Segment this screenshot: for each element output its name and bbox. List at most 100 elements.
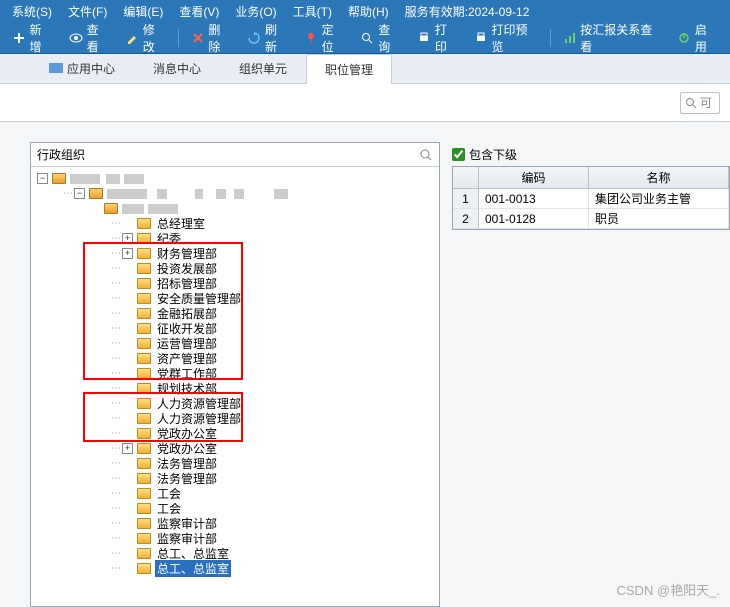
tree-row[interactable]: ⋯总经理室 bbox=[33, 216, 437, 231]
toolbar-pencil-button[interactable]: 修改 bbox=[117, 22, 174, 53]
toolbar-button-label: 打印预览 bbox=[491, 21, 537, 55]
tree-row[interactable]: ⋯人力资源管理部 bbox=[33, 396, 437, 411]
tree-spacer bbox=[89, 203, 100, 214]
grid-header-code[interactable]: 编码 bbox=[479, 167, 589, 188]
folder-icon bbox=[137, 353, 151, 364]
tab-0[interactable]: 应用中心 bbox=[30, 53, 134, 83]
tree-row[interactable]: ⋯监察审计部 bbox=[33, 516, 437, 531]
toolbar-chart-button[interactable]: 按汇报关系查看 bbox=[555, 22, 670, 53]
tree-spacer bbox=[122, 458, 133, 469]
tree-spacer bbox=[122, 413, 133, 424]
menu-item[interactable]: 业务(O) bbox=[227, 3, 284, 20]
expand-icon[interactable]: + bbox=[122, 443, 133, 454]
tree-row[interactable]: ⋯法务管理部 bbox=[33, 456, 437, 471]
x-icon bbox=[191, 31, 204, 45]
menu-item[interactable]: 查看(V) bbox=[171, 3, 227, 20]
expand-icon[interactable]: + bbox=[122, 248, 133, 259]
search-box[interactable]: 可 bbox=[680, 92, 720, 114]
folder-icon bbox=[137, 428, 151, 439]
tab-3[interactable]: 职位管理 bbox=[306, 54, 392, 84]
tree-spacer bbox=[122, 473, 133, 484]
include-sub-row: 包含下级 bbox=[452, 142, 730, 166]
table-row[interactable]: 1001-0013集团公司业务主管 bbox=[453, 189, 729, 209]
tree-row[interactable]: ⋯征收开发部 bbox=[33, 321, 437, 336]
folder-icon bbox=[137, 368, 151, 379]
left-header bbox=[31, 143, 439, 167]
menu-item[interactable]: 文件(F) bbox=[60, 3, 115, 20]
tree-row[interactable]: ⋯总工、总监室 bbox=[33, 561, 437, 576]
tree-row[interactable]: ⋯+财务管理部 bbox=[33, 246, 437, 261]
toolbar-button-label: 启用 bbox=[695, 21, 718, 55]
redacted-text bbox=[148, 204, 178, 214]
tree-spacer bbox=[122, 293, 133, 304]
toolbar-eye-button[interactable]: 查看 bbox=[61, 22, 118, 53]
tree-row[interactable]: ⋯资产管理部 bbox=[33, 351, 437, 366]
include-sub-checkbox[interactable] bbox=[452, 148, 465, 161]
collapse-icon[interactable]: − bbox=[37, 173, 48, 184]
tree-row[interactable]: ⋯+纪委 bbox=[33, 231, 437, 246]
toolbar-x-button[interactable]: 删除 bbox=[183, 22, 240, 53]
menu-item[interactable]: 编辑(E) bbox=[115, 3, 171, 20]
app-icon bbox=[49, 63, 63, 73]
toolbar-pin-button[interactable]: 定位 bbox=[296, 22, 353, 53]
cell-name: 集团公司业务主管 bbox=[589, 189, 729, 208]
tree-spacer bbox=[122, 533, 133, 544]
search-icon[interactable] bbox=[419, 148, 433, 162]
tree-row[interactable]: ⋯规划技术部 bbox=[33, 381, 437, 396]
cell-code: 001-0128 bbox=[479, 209, 589, 228]
grid-header-name[interactable]: 名称 bbox=[589, 167, 729, 188]
tree-row[interactable]: ⋯党政办公室 bbox=[33, 426, 437, 441]
toolbar-printer-button[interactable]: 打印预览 bbox=[466, 22, 546, 53]
toolbar-printer-button[interactable]: 打印 bbox=[409, 22, 466, 53]
tree-row[interactable]: ⋯监察审计部 bbox=[33, 531, 437, 546]
redacted-text bbox=[106, 174, 120, 184]
eye-icon bbox=[69, 31, 83, 45]
tree-row[interactable]: ⋯工会 bbox=[33, 486, 437, 501]
tab-label: 应用中心 bbox=[67, 62, 115, 76]
tree-row[interactable]: ⋯党群工作部 bbox=[33, 366, 437, 381]
left-tree-pane: −⋯−⋯总经理室⋯+纪委⋯+财务管理部⋯投资发展部⋯招标管理部⋯安全质量管理部⋯… bbox=[30, 142, 440, 607]
toolbar-separator bbox=[550, 29, 551, 47]
tab-2[interactable]: 组织单元 bbox=[220, 53, 306, 83]
cell-code: 001-0013 bbox=[479, 189, 589, 208]
tree-filter-input[interactable] bbox=[37, 148, 433, 162]
redacted-text bbox=[107, 189, 147, 199]
grid-header-rownum[interactable] bbox=[453, 167, 479, 188]
tree-row[interactable]: ⋯安全质量管理部 bbox=[33, 291, 437, 306]
toolbar-plus-button[interactable]: 新增 bbox=[4, 22, 61, 53]
tree-row[interactable]: ⋯人力资源管理部 bbox=[33, 411, 437, 426]
toolbar-power-button[interactable]: 启用 bbox=[669, 22, 726, 53]
tree-spacer bbox=[122, 488, 133, 499]
menu-item[interactable]: 系统(S) bbox=[4, 3, 60, 20]
tree-row[interactable]: ⋯工会 bbox=[33, 501, 437, 516]
menu-item[interactable]: 帮助(H) bbox=[340, 3, 397, 20]
tab-1[interactable]: 消息中心 bbox=[134, 53, 220, 83]
menu-item[interactable]: 工具(T) bbox=[285, 3, 340, 20]
toolbar-refresh-button[interactable]: 刷新 bbox=[239, 22, 296, 53]
tree-row[interactable]: − bbox=[33, 171, 437, 186]
tree-spacer bbox=[122, 398, 133, 409]
tree-row[interactable]: ⋯− bbox=[33, 186, 437, 201]
tree-row[interactable]: ⋯法务管理部 bbox=[33, 471, 437, 486]
toolbar-search-button[interactable]: 查询 bbox=[353, 22, 410, 53]
search-icon bbox=[685, 97, 697, 109]
tree-row[interactable]: ⋯投资发展部 bbox=[33, 261, 437, 276]
tree-spacer bbox=[122, 353, 133, 364]
tree-spacer bbox=[122, 563, 133, 574]
tree-row[interactable]: ⋯运营管理部 bbox=[33, 336, 437, 351]
folder-icon bbox=[137, 248, 151, 259]
redacted-text bbox=[195, 189, 203, 199]
table-row[interactable]: 2001-0128职员 bbox=[453, 209, 729, 229]
tree-row[interactable]: ⋯+党政办公室 bbox=[33, 441, 437, 456]
collapse-icon[interactable]: − bbox=[74, 188, 85, 199]
plus-icon bbox=[12, 31, 25, 45]
expand-icon[interactable]: + bbox=[122, 233, 133, 244]
tree-row[interactable]: ⋯总工、总监室 bbox=[33, 546, 437, 561]
tree-row[interactable] bbox=[33, 201, 437, 216]
tree-row[interactable]: ⋯招标管理部 bbox=[33, 276, 437, 291]
tree-row[interactable]: ⋯金融拓展部 bbox=[33, 306, 437, 321]
toolbar-separator bbox=[178, 29, 179, 47]
org-tree[interactable]: −⋯−⋯总经理室⋯+纪委⋯+财务管理部⋯投资发展部⋯招标管理部⋯安全质量管理部⋯… bbox=[31, 167, 439, 606]
folder-icon bbox=[137, 278, 151, 289]
folder-icon bbox=[137, 293, 151, 304]
